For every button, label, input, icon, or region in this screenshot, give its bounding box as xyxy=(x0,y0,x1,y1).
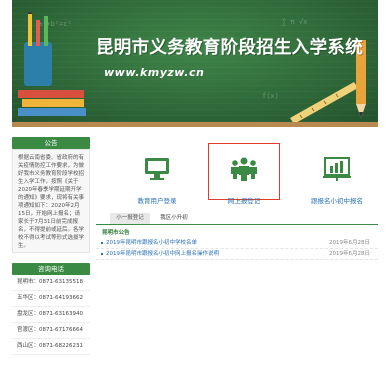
people-icon xyxy=(226,151,262,187)
sidebar: 公告 根据云南省委、省政府的有关疫情防控工作要求，为做好我市义务教育阶段学校招生… xyxy=(12,137,90,355)
news-panel: 昆明市公告 2019年昆明市跟报名小初中学校名单 2019年6月28日 2019… xyxy=(96,225,378,263)
bullet-icon xyxy=(101,253,103,255)
pencil-cup-icon xyxy=(24,12,52,86)
hotline-panel: 咨询电话 昆明市：0871-63135518 五华区：0871-64193662… xyxy=(12,263,90,355)
list-item[interactable]: 2019年昆明市跟报名小初中学校名单 2019年6月28日 xyxy=(96,238,378,249)
bullet-icon xyxy=(101,242,103,244)
tile-label: 教育用户登录 xyxy=(137,197,177,205)
tab-primary-register[interactable]: 小一报登记 xyxy=(110,213,150,224)
banner-doodle: ∑ π √x xyxy=(282,18,308,26)
tab-bar: 小一报登记 我区小升初 xyxy=(96,213,378,225)
header-banner: a²+b²=c² ∑ π √x x+y=z f(x) 昆明市义务教育阶段招生入学… xyxy=(12,0,378,127)
notice-text: 根据云南省委、省政府的有关疫情防控工作要求，为做好我市义务教育阶段学校招生入学工… xyxy=(12,149,90,253)
chart-board-icon xyxy=(319,151,355,187)
notice-heading: 公告 xyxy=(12,137,90,149)
list-item[interactable]: 2019年昆明市跟报名小初中网上报名操作说明 2019年6月28日 xyxy=(96,249,378,260)
banner-url: www.kmyzw.cn xyxy=(104,66,205,79)
tile-online-register[interactable]: 网上报登记 xyxy=(209,143,279,205)
news-heading: 昆明市公告 xyxy=(102,230,130,236)
banner-doodle: f(x) xyxy=(262,92,279,100)
phone-row: 官渡区：0871-67176664 xyxy=(12,323,90,339)
news-date: 2019年6月28日 xyxy=(329,251,370,257)
phone-row: 盘龙区：0871-63163940 xyxy=(12,307,90,323)
news-title[interactable]: 2019年昆明市跟报名小初中网上报名操作说明 xyxy=(106,251,219,257)
tile-junior-register[interactable]: 跟报名小初中报名 xyxy=(302,143,372,205)
hotline-heading: 咨询电话 xyxy=(12,263,90,275)
banner-title: 昆明市义务教育阶段招生入学系统 xyxy=(96,38,363,58)
phone-row: 西山区：0871-68226231 xyxy=(12,339,90,355)
books-icon xyxy=(18,90,86,116)
tab-district-junior[interactable]: 我区小升初 xyxy=(154,213,194,224)
computer-icon xyxy=(139,151,175,187)
phone-row: 昆明市：0871-63135518 xyxy=(12,275,90,291)
news-title[interactable]: 2019年昆明市跟报名小初中学校名单 xyxy=(106,240,197,246)
tile-label: 跟报名小初中报名 xyxy=(311,197,363,205)
tile-education-login[interactable]: 教育用户登录 xyxy=(122,143,192,205)
news-date: 2019年6月28日 xyxy=(329,240,370,246)
phone-row: 五华区：0871-64193662 xyxy=(12,291,90,307)
tile-label: 网上报登记 xyxy=(227,197,261,205)
